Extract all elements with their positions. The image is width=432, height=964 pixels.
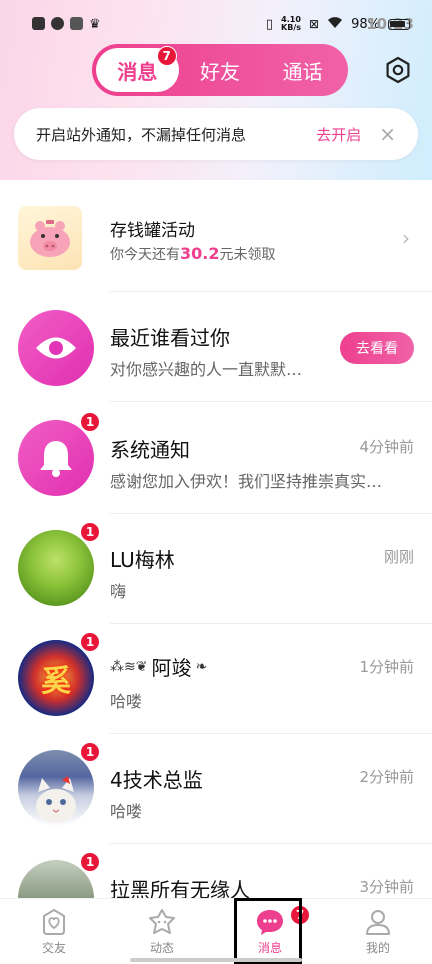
visitors-title: 最近谁看过你	[110, 326, 230, 350]
enable-notification-link[interactable]: 去开启	[316, 124, 361, 145]
tab-messages-bottom[interactable]: 7 消息	[216, 899, 324, 964]
chat-name: 4技术总监	[110, 768, 203, 792]
tab-label: 交友	[41, 941, 66, 955]
tab-friends[interactable]: 好友	[179, 48, 262, 92]
tab-label: 我的	[365, 941, 390, 955]
chat-name: LU梅林	[110, 548, 175, 572]
top-tabs: 消息 7 好友 通话	[92, 44, 348, 96]
notification-prompt-text: 开启站外通知，不漏掉任何消息	[36, 125, 247, 144]
vibrate-icon: ▯	[265, 16, 274, 32]
avatar-emblem-icon: 奚	[41, 664, 71, 699]
divider	[110, 401, 432, 402]
wifi-icon	[327, 16, 343, 33]
chat-row-system[interactable]: 1 系统通知 4分钟前 感谢您加入伊欢！我们坚持推崇真实…	[0, 404, 432, 514]
piggy-bank-subtitle: 你今天还有30.2元未领取	[110, 244, 276, 263]
tab-profile[interactable]: 我的	[324, 899, 432, 964]
decorative-flourish-icon: ❧	[195, 658, 208, 675]
star-face-icon	[149, 909, 175, 934]
chat-preview: 哈喽	[110, 802, 143, 821]
unread-badge: 7	[290, 905, 310, 925]
chat-name: 拉黑所有无缘人	[110, 878, 250, 900]
person-icon	[366, 910, 390, 935]
chevron-right-icon: ›	[402, 226, 410, 250]
chat-time: 1分钟前	[359, 658, 414, 676]
chat-row[interactable]: 奚 1 ⁂≋❦ 阿竣 ❧ 1分钟前 哈喽	[0, 624, 432, 734]
piggy-bank-icon	[18, 206, 82, 270]
app-notification-icon	[70, 16, 83, 30]
app-notification-icon	[32, 16, 45, 30]
recent-visitors-row[interactable]: 最近谁看过你 对你感兴趣的人一直默默… 去看看	[0, 292, 432, 402]
status-notification-icons: ♛	[32, 16, 101, 32]
heart-box-icon	[43, 909, 65, 935]
piggy-bank-row[interactable]: 存钱罐活动 你今天还有30.2元未领取 ›	[0, 198, 432, 292]
settings-icon[interactable]	[384, 56, 412, 84]
chat-preview: 嗨	[110, 582, 127, 601]
tab-dating[interactable]: 交友	[0, 899, 108, 964]
chat-row[interactable]: 1 LU梅林 刚刚 嗨	[0, 514, 432, 624]
chat-name: 系统通知	[110, 438, 190, 462]
tab-moments[interactable]: 动态	[108, 899, 216, 964]
close-icon[interactable]: ×	[379, 122, 396, 146]
eye-avatar-icon	[18, 310, 94, 386]
chat-time: 4分钟前	[359, 438, 414, 456]
tab-label: 消息	[257, 941, 282, 955]
avatar	[18, 750, 94, 826]
app-notification-icon	[51, 16, 64, 30]
status-bar: 10:23 ♛ ▯ 4.10 KB/s ⊠ 98%	[0, 0, 432, 48]
crown-icon: ♛	[89, 16, 101, 32]
chat-time: 刚刚	[383, 548, 414, 566]
home-indicator[interactable]	[130, 958, 302, 962]
decorative-flourish-icon: ⁂≋❦	[110, 658, 148, 675]
tab-label: 动态	[149, 941, 174, 955]
tab-calls[interactable]: 通话	[261, 48, 344, 92]
chat-time: 2分钟前	[359, 768, 414, 786]
unread-badge: 1	[80, 412, 100, 432]
bottom-tab-bar: 交友 动态 7 消息 我的	[0, 898, 432, 964]
tab-messages[interactable]: 消息 7	[96, 46, 179, 92]
chat-time: 3分钟前	[359, 878, 414, 896]
chat-row[interactable]: 1 拉黑所有无缘人 3分钟前	[0, 844, 432, 900]
chat-bubble-icon	[257, 910, 283, 935]
unread-badge: 1	[80, 632, 100, 652]
avatar	[18, 530, 94, 606]
net-speed: 4.10 KB/s	[281, 15, 302, 32]
chat-preview: 感谢您加入伊欢！我们坚持推崇真实…	[110, 472, 383, 491]
piggy-bank-title: 存钱罐活动	[110, 221, 195, 241]
chat-row[interactable]: 1 4技术总监 2分钟前 哈喽	[0, 734, 432, 844]
unread-badge: 7	[156, 46, 177, 66]
sim-icon: ⊠	[309, 17, 320, 31]
notification-prompt: 开启站外通知，不漏掉任何消息 去开启 ×	[14, 108, 418, 160]
avatar: 奚	[18, 640, 94, 716]
unread-badge: 1	[80, 852, 100, 872]
bell-avatar-icon	[18, 420, 94, 496]
chat-name: ⁂≋❦ 阿竣 ❧	[110, 656, 208, 680]
chat-preview: 哈喽	[110, 692, 143, 711]
view-visitors-button[interactable]: 去看看	[340, 332, 414, 364]
visitors-subtitle: 对你感兴趣的人一直默默…	[110, 360, 303, 379]
unread-badge: 1	[80, 742, 100, 762]
battery-icon	[388, 18, 410, 30]
unread-badge: 1	[80, 522, 100, 542]
